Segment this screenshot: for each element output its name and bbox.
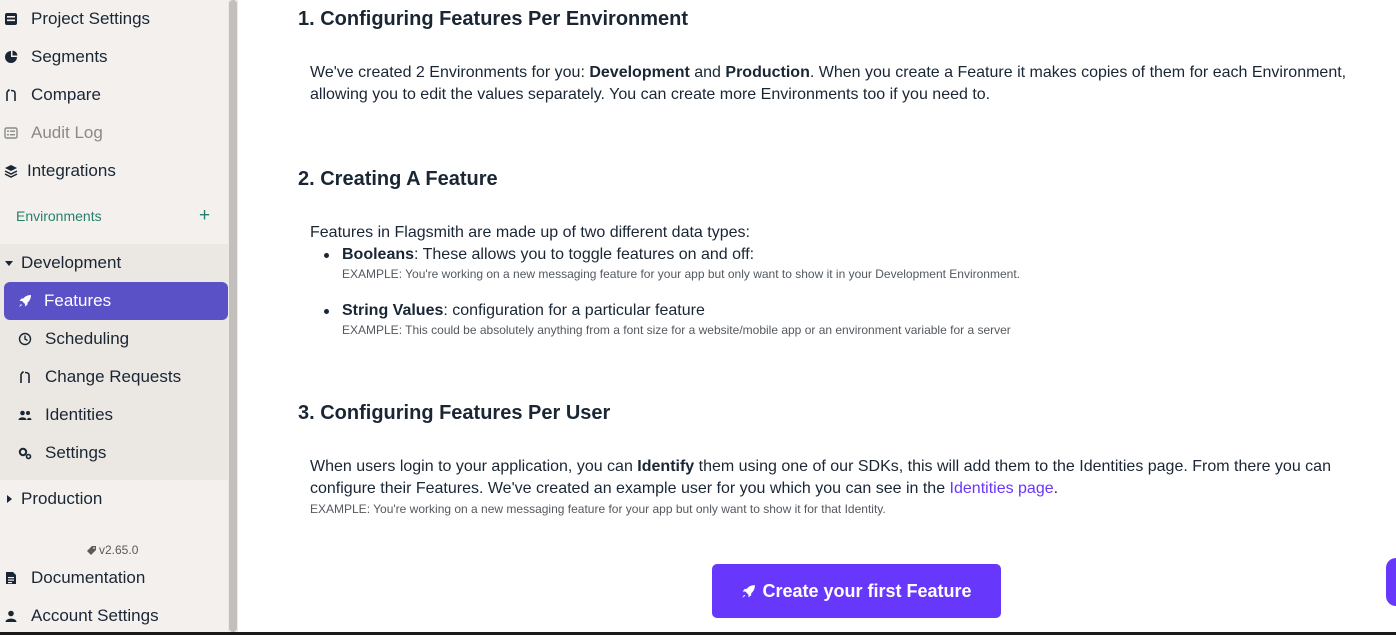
sidebar-item-label: Documentation xyxy=(31,568,146,587)
environment-development[interactable]: Development xyxy=(4,244,121,282)
sidebar-item-label: Scheduling xyxy=(45,329,130,348)
environment-production[interactable]: Production xyxy=(4,480,102,518)
sidebar-item-scheduling[interactable]: Scheduling xyxy=(18,320,129,358)
environment-label: Development xyxy=(21,253,122,272)
sidebar-item-settings[interactable]: Settings xyxy=(18,434,106,472)
users-icon xyxy=(18,408,32,422)
environment-label: Production xyxy=(21,489,103,508)
caret-down-icon xyxy=(4,256,14,270)
section-heading: 3. Configuring Features Per User xyxy=(298,402,611,424)
sidebar-item-label: Settings xyxy=(45,443,107,462)
sidebar-item-label: Compare xyxy=(31,85,101,104)
project-settings-icon xyxy=(4,12,18,26)
bullet-dot xyxy=(324,309,329,314)
example-text: EXAMPLE: This could be absolutely anythi… xyxy=(342,323,1011,337)
add-environment-button[interactable]: + xyxy=(199,204,210,228)
sidebar-item-compare[interactable]: Compare xyxy=(4,76,101,114)
create-first-feature-button[interactable]: Create your first Feature xyxy=(712,564,1001,618)
sidebar-item-label: Identities xyxy=(45,405,114,424)
sidebar-item-segments[interactable]: Segments xyxy=(4,38,108,76)
bullet-dot xyxy=(324,253,329,258)
document-icon xyxy=(4,571,18,585)
button-label: Create your first Feature xyxy=(762,580,972,601)
user-icon xyxy=(4,609,18,623)
sidebar-item-features[interactable]: Features xyxy=(4,282,228,320)
sidebar-item-identities[interactable]: Identities xyxy=(18,396,113,434)
example-text: EXAMPLE: You're working on a new messagi… xyxy=(310,502,886,516)
sidebar-item-label: Account Settings xyxy=(31,606,159,625)
tag-icon xyxy=(86,545,97,556)
section-heading: 2. Creating A Feature xyxy=(298,168,498,190)
sidebar-item-label: Project Settings xyxy=(31,9,151,28)
sidebar-item-label: Integrations xyxy=(27,161,116,180)
sidebar-item-integrations[interactable]: Integrations xyxy=(4,152,116,190)
sidebar-item-label: Segments xyxy=(31,47,108,66)
section-heading: 1. Configuring Features Per Environment xyxy=(298,8,689,30)
chat-launcher-button[interactable] xyxy=(1386,558,1396,606)
sidebar: Project Settings Segments Compare Audit … xyxy=(0,0,228,635)
sidebar-item-project-settings[interactable]: Project Settings xyxy=(4,0,150,38)
sidebar-item-label: Audit Log xyxy=(31,123,103,142)
environments-heading: Environments xyxy=(16,208,102,224)
compare-icon xyxy=(18,370,32,384)
sidebar-item-documentation[interactable]: Documentation xyxy=(4,559,145,597)
version-label: v2.65.0 xyxy=(86,543,138,557)
sidebar-scrollbar-thumb[interactable] xyxy=(229,0,237,632)
sidebar-item-account-settings[interactable]: Account Settings xyxy=(4,597,159,635)
example-text: EXAMPLE: You're working on a new messagi… xyxy=(342,267,1020,281)
sidebar-item-audit-log[interactable]: Audit Log xyxy=(4,114,103,152)
sidebar-item-change-requests[interactable]: Change Requests xyxy=(18,358,181,396)
sidebar-item-label: Change Requests xyxy=(45,367,182,386)
section-paragraph: When users login to your application, yo… xyxy=(310,458,1331,497)
clock-icon xyxy=(18,332,32,346)
caret-right-icon xyxy=(4,492,14,506)
rocket-icon xyxy=(741,584,756,599)
main-content: 1. Configuring Features Per Environment … xyxy=(238,0,1396,635)
compare-icon xyxy=(4,88,18,102)
section-intro: Features in Flagsmith are made up of two… xyxy=(310,224,750,241)
gear-icon xyxy=(18,446,32,460)
sidebar-item-label: Features xyxy=(44,291,112,310)
pie-chart-icon xyxy=(4,50,18,64)
rocket-icon xyxy=(18,294,32,308)
layers-icon xyxy=(4,164,18,178)
list-icon xyxy=(4,126,18,140)
section-paragraph: We've created 2 Environments for you: De… xyxy=(310,64,1347,103)
identities-page-link[interactable]: Identities page xyxy=(950,480,1054,497)
